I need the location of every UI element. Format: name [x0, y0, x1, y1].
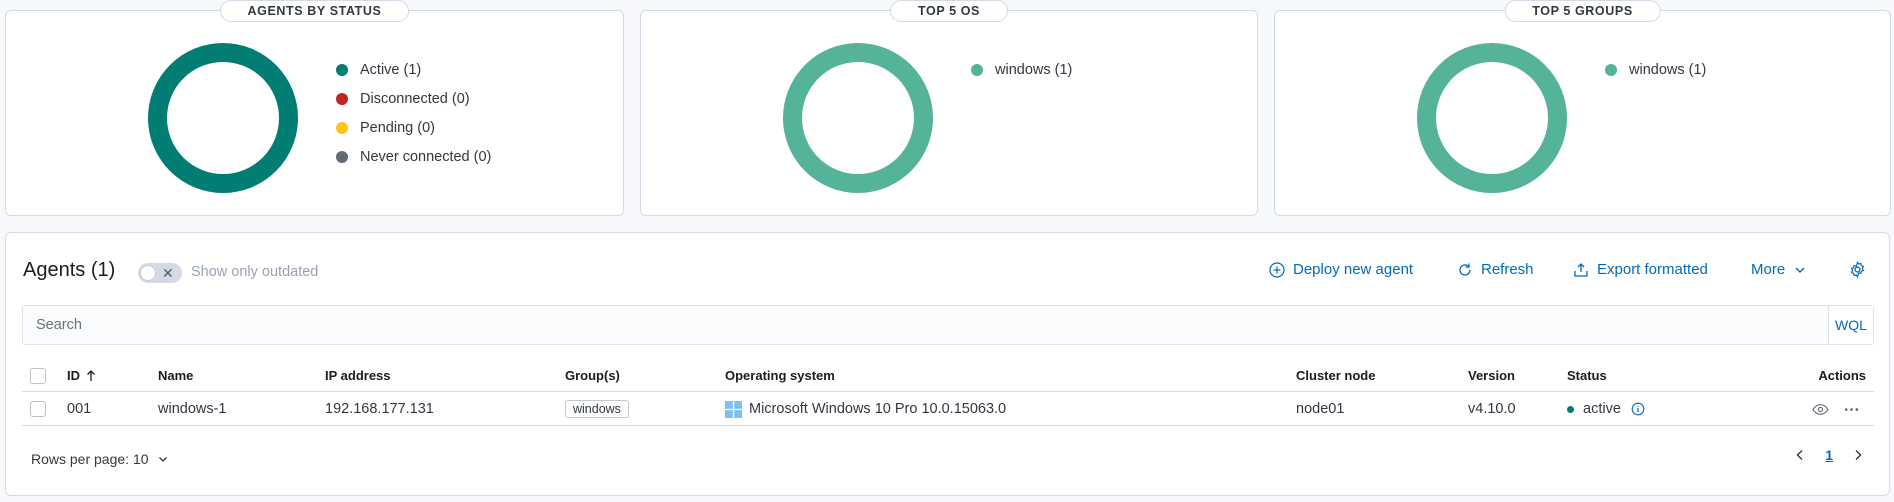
- column-header-version[interactable]: Version: [1468, 360, 1515, 391]
- row-checkbox[interactable]: [30, 401, 46, 417]
- panel-title: TOP 5 OS: [889, 0, 1009, 22]
- legend-item-pending[interactable]: Pending (0): [336, 117, 491, 146]
- chevron-down-icon: [1795, 267, 1805, 273]
- export-label: Export formatted: [1597, 261, 1708, 278]
- chevron-right-icon[interactable]: [1851, 448, 1865, 462]
- donut-slice-active: [148, 43, 298, 193]
- show-outdated-toggle[interactable]: ✕: [138, 263, 182, 283]
- export-formatted-button[interactable]: Export formatted: [1573, 261, 1708, 278]
- legend-dot: [336, 63, 348, 76]
- legend-label: windows (1): [1629, 61, 1707, 78]
- legend-dot: [971, 63, 983, 76]
- status-donut-chart[interactable]: [148, 43, 298, 193]
- show-outdated-label: Show only outdated: [191, 264, 319, 280]
- select-all-checkbox[interactable]: [30, 367, 46, 384]
- deploy-new-agent-button[interactable]: Deploy new agent: [1269, 261, 1413, 278]
- legend-item-windows[interactable]: windows (1): [971, 59, 1072, 88]
- legend-item-active[interactable]: Active (1): [336, 59, 491, 88]
- agents-by-status-panel: AGENTS BY STATUS Active (1) Disconnected…: [5, 0, 624, 216]
- search-bar: WQL: [22, 305, 1874, 345]
- cell-id: 001: [67, 401, 92, 417]
- panel-title: AGENTS BY STATUS: [219, 0, 410, 22]
- gear-icon: [1850, 261, 1865, 278]
- legend-label: Active (1): [360, 61, 422, 78]
- column-header-actions: Actions: [1818, 368, 1866, 383]
- agents-table-panel: Agents (1) ✕ Show only outdated Deploy n…: [5, 232, 1890, 496]
- refresh-label: Refresh: [1481, 261, 1534, 278]
- top-5-groups-panel: TOP 5 GROUPS windows (1): [1274, 0, 1891, 216]
- chevron-left-icon[interactable]: [1793, 448, 1807, 462]
- search-input[interactable]: [23, 306, 1823, 344]
- refresh-button[interactable]: Refresh: [1457, 261, 1534, 278]
- cross-icon: ✕: [162, 265, 174, 281]
- panel-title: TOP 5 GROUPS: [1504, 0, 1661, 22]
- column-header-name[interactable]: Name: [158, 360, 193, 391]
- donut-slice-windows: [783, 43, 933, 193]
- column-header-groups[interactable]: Group(s): [565, 360, 620, 391]
- legend-dot: [1605, 63, 1617, 76]
- status-legend: Active (1) Disconnected (0) Pending (0) …: [336, 59, 491, 175]
- cell-version: v4.10.0: [1468, 401, 1516, 417]
- sort-ascending-icon: [87, 369, 95, 381]
- export-icon: [1574, 262, 1588, 277]
- legend-item-never-connected[interactable]: Never connected (0): [336, 146, 491, 175]
- deploy-label: Deploy new agent: [1293, 261, 1414, 278]
- settings-button[interactable]: [1849, 261, 1874, 278]
- plus-circle-icon: [1269, 261, 1285, 278]
- cell-status: active: [1583, 401, 1621, 417]
- rows-per-page-label: Rows per page: 10: [31, 451, 149, 467]
- column-header-cluster-node[interactable]: Cluster node: [1296, 360, 1375, 391]
- toggle-knob: [140, 265, 156, 281]
- agents-title: Agents (1): [23, 259, 116, 281]
- page-number[interactable]: 1: [1825, 447, 1833, 463]
- info-icon[interactable]: [1631, 402, 1645, 416]
- column-header-id[interactable]: ID: [67, 360, 98, 391]
- table-row[interactable]: 001 windows-1 192.168.177.131 windows Mi…: [22, 393, 1874, 426]
- legend-label: Pending (0): [360, 119, 435, 136]
- cell-cluster-node: node01: [1296, 401, 1345, 417]
- more-button[interactable]: More: [1751, 261, 1815, 278]
- group-badge[interactable]: windows: [565, 400, 629, 418]
- os-donut-chart[interactable]: [783, 43, 933, 193]
- legend-dot: [336, 150, 348, 163]
- wql-button[interactable]: WQL: [1828, 306, 1873, 344]
- pagination: 1: [1793, 447, 1865, 463]
- refresh-icon: [1459, 263, 1471, 276]
- more-label: More: [1751, 261, 1786, 278]
- top-5-os-panel: TOP 5 OS windows (1): [640, 0, 1258, 216]
- rows-per-page-selector[interactable]: Rows per page: 10: [31, 451, 169, 467]
- groups-donut-chart[interactable]: [1417, 43, 1567, 193]
- legend-dot: [336, 121, 348, 134]
- legend-label: Never connected (0): [360, 148, 492, 165]
- column-header-ip[interactable]: IP address: [325, 360, 391, 391]
- table-header: ID Name IP address Group(s) Operating sy…: [22, 360, 1874, 392]
- donut-slice-windows: [1417, 43, 1567, 193]
- cell-ip: 192.168.177.131: [325, 401, 434, 417]
- column-label: ID: [67, 368, 80, 383]
- os-legend: windows (1): [971, 59, 1072, 88]
- legend-item-disconnected[interactable]: Disconnected (0): [336, 88, 491, 117]
- eye-icon[interactable]: [1812, 401, 1829, 418]
- status-dot: [1567, 405, 1574, 413]
- legend-label: Disconnected (0): [360, 90, 470, 107]
- groups-legend: windows (1): [1605, 59, 1706, 88]
- cell-os: Microsoft Windows 10 Pro 10.0.15063.0: [749, 401, 1007, 417]
- legend-item-windows[interactable]: windows (1): [1605, 59, 1706, 88]
- legend-label: windows (1): [995, 61, 1073, 78]
- more-actions-icon[interactable]: [1843, 401, 1860, 418]
- legend-dot: [336, 92, 348, 105]
- column-header-os[interactable]: Operating system: [725, 360, 835, 391]
- cell-name: windows-1: [158, 401, 227, 417]
- windows-logo-icon: [725, 400, 742, 418]
- chevron-down-icon: [158, 457, 167, 462]
- column-header-status[interactable]: Status: [1567, 360, 1607, 391]
